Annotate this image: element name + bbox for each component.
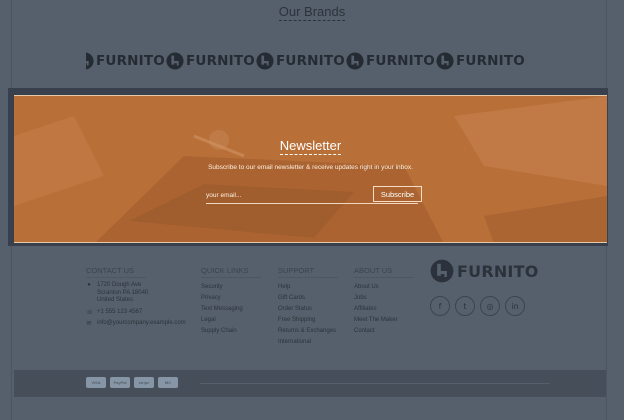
brand-logo[interactable]: FURNITO	[346, 52, 435, 70]
envelope-icon: ✉	[86, 321, 92, 327]
about-column: ABOUT US About Us Jobs Affiliates Meet T…	[354, 266, 414, 337]
footer-logo[interactable]: FURNITO	[430, 259, 539, 283]
payment-card-icon: PayPal	[110, 377, 130, 388]
contact-column: CONTACT US ● 1720 Dough Ave Scranton PA …	[86, 266, 196, 328]
newsletter-section: Newsletter Subscribe to our email newsle…	[14, 95, 607, 243]
footer-link-returns[interactable]: Returns & Exchanges	[278, 326, 338, 337]
brand-logo-text: FURNITO	[96, 53, 165, 69]
address-line: United States	[97, 297, 134, 303]
subscribe-button[interactable]: Subscribe	[373, 186, 422, 202]
contact-address: ● 1720 Dough Ave Scranton PA 18040 Unite…	[86, 282, 196, 305]
instagram-icon[interactable]: ◎	[480, 296, 500, 316]
brand-logo[interactable]: FURNITO	[86, 52, 165, 70]
footer-link-jobs[interactable]: Jobs	[354, 293, 414, 304]
brand-logo[interactable]: FURNITO	[436, 52, 525, 70]
contact-phone[interactable]: ☏ +1 555 123 4567	[86, 309, 196, 317]
address-line: Scranton PA 18040	[97, 289, 149, 296]
copyright-bar: VISA PayPal stripe MC	[14, 370, 606, 397]
brand-logo[interactable]: FURNITO	[256, 52, 345, 70]
contact-heading: CONTACT US	[86, 266, 146, 278]
payment-card-icon: stripe	[134, 377, 154, 388]
address-line: 1720 Dough Ave	[97, 282, 142, 288]
chair-logo-icon	[436, 52, 454, 70]
footer-link-supply-chain[interactable]: Supply Chain	[201, 326, 261, 337]
linkedin-icon[interactable]: in	[505, 296, 525, 316]
footer-link-about-us[interactable]: About Us	[354, 282, 414, 293]
brand-logo-text: FURNITO	[456, 53, 525, 69]
footer-link-contact[interactable]: Contact	[354, 326, 414, 337]
quick-links-column: QUICK LINKS Security Privacy Text Messag…	[201, 266, 261, 337]
chair-logo-icon	[430, 259, 454, 283]
footer-link-gift-cards[interactable]: Gift Cards	[278, 293, 338, 304]
footer-link-privacy[interactable]: Privacy	[201, 293, 261, 304]
brand-logo[interactable]: FURNITO	[166, 52, 255, 70]
brand-logo-text: FURNITO	[276, 53, 345, 69]
about-heading: ABOUT US	[354, 266, 414, 278]
support-column: SUPPORT Help Gift Cards Order Status Fre…	[278, 266, 338, 348]
footer-link-security[interactable]: Security	[201, 282, 261, 293]
quick-links-heading: QUICK LINKS	[201, 266, 261, 278]
newsletter-title: Newsletter	[279, 138, 342, 155]
divider	[200, 383, 550, 384]
brand-logo-text: FURNITO	[186, 53, 255, 69]
phone-icon: ☏	[86, 309, 94, 316]
brand-logo-text: FURNITO	[366, 53, 435, 69]
brands-carousel[interactable]: FURNITOFURNITOFURNITOFURNITOFURNITOFURNI…	[86, 52, 538, 76]
support-heading: SUPPORT	[278, 266, 338, 278]
contact-email[interactable]: ✉ info@yourcompany.example.com	[86, 320, 196, 328]
payment-card-icon: VISA	[86, 377, 106, 388]
location-pin-icon: ●	[87, 282, 91, 288]
brands-heading: Our Brands	[278, 4, 346, 21]
chair-logo-icon	[256, 52, 274, 70]
footer-link-text-messaging[interactable]: Text Messaging	[201, 304, 261, 315]
footer-link-free-shipping[interactable]: Free Shipping	[278, 315, 338, 326]
payment-card-icon: MC	[158, 377, 178, 388]
footer-link-international[interactable]: International	[278, 337, 338, 348]
payment-methods: VISA PayPal stripe MC	[86, 377, 178, 388]
footer-link-affiliates[interactable]: Affiliates	[354, 304, 414, 315]
facebook-icon[interactable]: f	[430, 296, 450, 316]
chair-logo-icon	[166, 52, 184, 70]
footer-link-order-status[interactable]: Order Status	[278, 304, 338, 315]
footer-link-help[interactable]: Help	[278, 282, 338, 293]
newsletter-description: Subscribe to our email newsletter & rece…	[208, 164, 413, 171]
twitter-icon[interactable]: t	[455, 296, 475, 316]
chair-logo-icon	[346, 52, 364, 70]
social-links: f t ◎ in	[430, 296, 525, 316]
chair-logo-icon	[86, 52, 94, 70]
footer-link-legal[interactable]: Legal	[201, 315, 261, 326]
footer-link-meet-the-maker[interactable]: Meet The Maker	[354, 315, 414, 326]
